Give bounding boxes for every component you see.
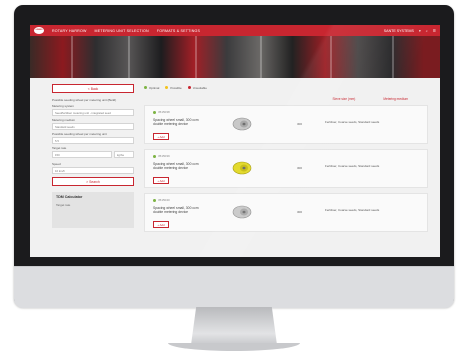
search-icon[interactable]: ⌕ <box>426 29 428 33</box>
legend-item-optimal: Optimal <box>144 86 159 90</box>
possible-dot-icon <box>165 86 169 89</box>
unsuitable-dot-icon <box>187 86 191 89</box>
seeding-wheel-select[interactable]: 5.5 <box>52 137 134 144</box>
target-rate-input[interactable]: 150 <box>52 151 112 158</box>
target-rate-unit: kg/ha <box>114 151 134 158</box>
status-dot-icon <box>153 110 156 114</box>
add-part-button[interactable]: + Add <box>153 221 169 228</box>
part-number: 3515038 <box>158 110 170 114</box>
metering-system-label: Metering system <box>52 104 75 108</box>
monitor-chin <box>14 266 454 308</box>
search-button[interactable]: > Search <box>52 177 134 186</box>
part-number: 3515039 <box>158 154 170 158</box>
tdm-calculator-panel: TDM Calculator Target rate <box>52 192 134 228</box>
metering-wheel-image <box>232 205 252 219</box>
monitor-base <box>168 343 300 351</box>
metering-medium-value: Fertiliser, Coarse seeds, Standard seeds <box>325 208 380 212</box>
add-part-button[interactable]: + Add <box>153 177 169 184</box>
tdm-calculator-title: TDM Calculator <box>56 195 83 199</box>
metering-medium-label: Metering medium <box>52 118 76 122</box>
metering-wheel-image <box>232 161 252 175</box>
nav-item-formats-settings[interactable]: FORMATS & SETTINGS <box>157 29 200 33</box>
column-header-size: Sieve size (mm) <box>332 97 356 101</box>
sieve-size-value: 300 <box>297 210 303 214</box>
screen: LEMKEN ROTARY HARROW METERING UNIT SELEC… <box>30 25 440 257</box>
result-card: 3515039 Spacing wheel small, 300 ccm dou… <box>144 149 428 188</box>
result-card: 3515040 Spacing wheel small, 300 ccm dou… <box>144 193 428 232</box>
part-number: 3515040 <box>158 198 170 202</box>
results-panel: Optimal Possible Unsuitable Sieve size (… <box>144 84 428 237</box>
legend-item-possible: Possible <box>165 86 182 90</box>
seeding-wheel-label: Possible seeding wheel per metering unit <box>52 132 107 136</box>
metering-system-select[interactable]: Seed/fertiliser metering unit - integrat… <box>52 109 134 116</box>
nav-item-rotary-harrow[interactable]: ROTARY HARROW <box>52 29 87 33</box>
status-dot-icon <box>153 198 156 202</box>
sidebar-intro: Possible seeding wheel per metering unit… <box>52 98 117 102</box>
sieve-size-value: 300 <box>297 166 303 170</box>
metering-medium-select[interactable]: Standard seeds <box>52 123 134 130</box>
user-menu[interactable]: SANTE SYSTEMS <box>384 29 414 33</box>
optimal-dot-icon <box>144 86 147 89</box>
part-description: Spacing wheel small, 300 ccm double mete… <box>153 162 199 171</box>
hero-banner-image <box>30 36 440 78</box>
speed-label: Speed <box>52 162 61 166</box>
metering-medium-value: Fertiliser, Coarse seeds, Standard seeds <box>325 164 380 168</box>
legend-item-unsuitable: Unsuitable <box>187 86 207 90</box>
menu-icon[interactable]: ☰ <box>433 29 436 33</box>
chevron-down-icon[interactable]: ▾ <box>419 29 421 33</box>
results-column-headers: Sieve size (mm) Metering medium <box>144 97 408 101</box>
monitor-stand <box>191 307 277 345</box>
filter-sidebar: < Back Possible seeding wheel per meteri… <box>52 84 134 237</box>
add-part-button[interactable]: + Add <box>153 133 169 140</box>
target-rate-label: Target rate <box>52 146 67 150</box>
column-header-medium: Metering medium <box>383 97 408 101</box>
nav-item-metering-selection[interactable]: METERING UNIT SELECTION <box>95 29 149 33</box>
result-card: 3515038 Spacing wheel small, 300 ccm dou… <box>144 105 428 144</box>
status-dot-icon <box>153 154 156 158</box>
metering-medium-value: Fertiliser, Coarse seeds, Standard seeds <box>325 120 380 124</box>
status-legend: Optimal Possible Unsuitable <box>144 84 428 91</box>
tdm-calculator-subtitle: Target rate <box>56 203 71 207</box>
part-description: Spacing wheel small, 300 ccm double mete… <box>153 206 199 215</box>
brand-logo[interactable]: LEMKEN <box>34 27 44 34</box>
metering-wheel-image <box>232 117 252 131</box>
back-button[interactable]: < Back <box>52 84 134 93</box>
top-navigation-bar: LEMKEN ROTARY HARROW METERING UNIT SELEC… <box>30 25 440 36</box>
sieve-size-value: 300 <box>297 122 303 126</box>
speed-select[interactable]: 10 km/h <box>52 167 134 174</box>
part-description: Spacing wheel small, 300 ccm double mete… <box>153 118 199 127</box>
